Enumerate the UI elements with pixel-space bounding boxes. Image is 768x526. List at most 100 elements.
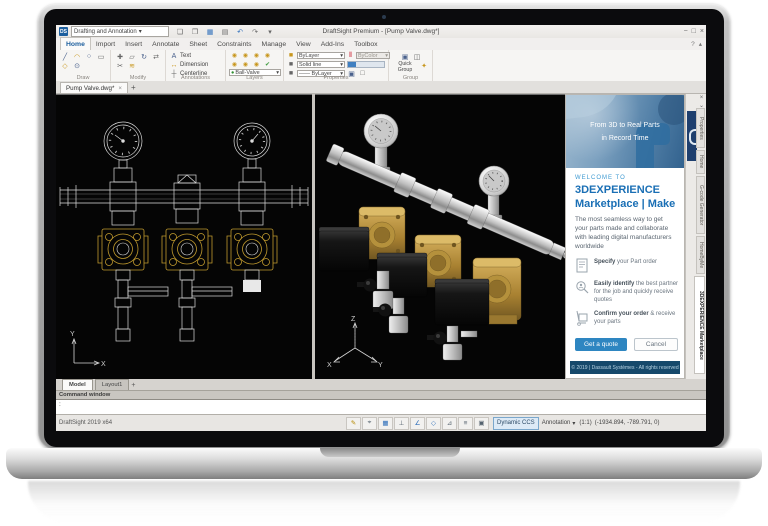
- ortho-toggle-icon[interactable]: ⊥: [394, 417, 409, 430]
- layer-unhide-icon[interactable]: ◉: [240, 60, 251, 69]
- rendered-3d-model: Z X Y: [315, 95, 565, 379]
- polygon-tool-icon[interactable]: ◇: [59, 61, 71, 70]
- quick-group-button[interactable]: Quick Group: [392, 61, 418, 73]
- ribbon-collapse-icon[interactable]: ▴: [699, 40, 702, 48]
- chevron-down-icon: ▾: [340, 62, 343, 68]
- open-file-icon[interactable]: ❒: [189, 27, 201, 36]
- save-icon[interactable]: ▦: [204, 27, 216, 36]
- layer-check-icon[interactable]: ✔: [262, 60, 273, 69]
- redo-icon[interactable]: ↷: [249, 27, 261, 36]
- sheet-tab-layout1[interactable]: Layout1: [95, 379, 130, 390]
- lineweight-toggle-icon[interactable]: ≡: [458, 417, 473, 430]
- copy-tool-icon[interactable]: ▱: [126, 52, 138, 61]
- tab-annotate[interactable]: Annotate: [147, 38, 184, 50]
- mirror-tool-icon[interactable]: ⇄: [150, 52, 162, 61]
- app-logo-icon: DS: [59, 27, 68, 36]
- ribbon-group-modify: ✚ ▱ ↻ ⇄ ✂ ≋ Modify: [111, 50, 166, 81]
- command-window-titlebar[interactable]: Command window: [56, 390, 706, 399]
- qat-dropdown-icon[interactable]: ▾: [264, 27, 276, 36]
- palette-tab-homebyme[interactable]: HomeByMe: [696, 236, 705, 274]
- axis-x-label: X: [101, 361, 106, 368]
- pointer-style-icon[interactable]: ✎: [346, 417, 361, 430]
- bycolor-value: ByColor: [358, 53, 378, 59]
- tab-import[interactable]: Import: [91, 38, 120, 50]
- maximize-button[interactable]: □: [692, 28, 696, 35]
- tab-constraints[interactable]: Constraints: [212, 38, 256, 50]
- tab-view[interactable]: View: [291, 38, 316, 50]
- group-edit-icon[interactable]: ◫: [411, 52, 423, 61]
- rectangle-tool-icon[interactable]: ▭: [95, 52, 107, 61]
- status-toggles: ✎ ⌖ ▦ ⊥ ∠ ◇ ⊿ ≡ ▣ Dynamic CCS Annotation…: [346, 417, 659, 430]
- layer-preview-icon[interactable]: ◉: [251, 60, 262, 69]
- axis-y-label: Y: [70, 331, 75, 338]
- tab-home[interactable]: Home: [60, 37, 91, 50]
- arc-tool-icon[interactable]: ◠: [71, 52, 83, 61]
- bycolor-select[interactable]: ByColor ▾: [356, 52, 390, 59]
- circle-tool-icon[interactable]: ○: [83, 52, 95, 61]
- viewport-3d[interactable]: Z X Y: [315, 94, 565, 379]
- tab-sheet[interactable]: Sheet: [184, 38, 212, 50]
- print-icon[interactable]: ▤: [219, 27, 231, 36]
- new-document-tab-button[interactable]: +: [131, 83, 136, 93]
- layer-on-icon[interactable]: ◉: [229, 51, 240, 60]
- trim-tool-icon[interactable]: ✂: [114, 61, 126, 70]
- line-tool-icon[interactable]: ╱: [59, 52, 71, 61]
- tab-addins[interactable]: Add-Ins: [316, 38, 349, 50]
- marketplace-panel: From 3D to Real Parts in Record Time WEL…: [565, 94, 685, 379]
- group-create-icon[interactable]: ▣: [399, 52, 411, 61]
- chevron-down-icon: ▾: [385, 53, 388, 59]
- command-input[interactable]: :: [56, 399, 706, 414]
- cancel-button[interactable]: Cancel: [634, 338, 678, 351]
- linestyle-icon: ■: [287, 60, 295, 69]
- ribbon-group-group: ▣ ◫ Quick Group ✦ Group: [389, 50, 433, 81]
- rotate-tool-icon[interactable]: ↻: [138, 52, 150, 61]
- workspace-select[interactable]: Drafting and Annotation ▾: [71, 26, 169, 37]
- move-tool-icon[interactable]: ✚: [114, 52, 126, 61]
- etrack-toggle-icon[interactable]: ⊿: [442, 417, 457, 430]
- chevron-down-icon: ▾: [139, 28, 142, 35]
- tab-toolbox[interactable]: Toolbox: [349, 38, 382, 50]
- viewport-2d[interactable]: Y X: [56, 94, 312, 379]
- snap-toggle-icon[interactable]: ⌖: [362, 417, 377, 430]
- point-tool-icon[interactable]: ⊙: [71, 61, 83, 70]
- grid-toggle-icon[interactable]: ▦: [378, 417, 393, 430]
- minimize-button[interactable]: −: [684, 28, 688, 35]
- layer-freeze-icon[interactable]: ◉: [240, 51, 251, 60]
- dimension-button[interactable]: ↔ Dimension: [170, 61, 208, 69]
- close-icon[interactable]: ×: [118, 85, 122, 92]
- tab-insert[interactable]: Insert: [120, 38, 147, 50]
- linestyle-value: Solid line: [299, 62, 321, 68]
- annotation-scale-select[interactable]: Annotation ▾: [542, 420, 576, 427]
- undo-icon[interactable]: ↶: [234, 27, 246, 36]
- add-sheet-button[interactable]: +: [131, 382, 135, 390]
- print-style-toggle-icon[interactable]: ▣: [474, 417, 489, 430]
- polar-toggle-icon[interactable]: ∠: [410, 417, 425, 430]
- linecolor-select[interactable]: ByLayer ▾: [297, 52, 345, 59]
- axis-x-label: X: [327, 362, 332, 369]
- layer-lock-icon[interactable]: ◉: [251, 51, 262, 60]
- panel-close-icon[interactable]: ×: [700, 95, 704, 101]
- esnap-toggle-icon[interactable]: ◇: [426, 417, 441, 430]
- text-button[interactable]: A Text: [170, 52, 208, 60]
- help-icon[interactable]: ?: [691, 41, 695, 48]
- close-button[interactable]: ×: [700, 28, 704, 35]
- palette-tab-properties[interactable]: Properties: [696, 108, 705, 148]
- tab-manage[interactable]: Manage: [257, 38, 292, 50]
- transparency-slider[interactable]: [347, 61, 385, 68]
- palette-tab-gcode-generator[interactable]: G-code Generator: [696, 176, 705, 234]
- palette-tab-home[interactable]: Home: [696, 150, 705, 174]
- linestyle-select[interactable]: Solid line ▾: [297, 61, 345, 68]
- layer-hide-icon[interactable]: ◉: [229, 60, 240, 69]
- ribbon-group-annotations: A Text ↔ Dimension ┼ Centerline Annotati…: [166, 50, 226, 81]
- palette-tab-3dexperience-marketplace[interactable]: 3DEXPERIENCE Marketplace: [694, 276, 705, 374]
- group-explode-icon[interactable]: ✦: [418, 61, 430, 70]
- sheet-tab-model[interactable]: Model: [62, 379, 93, 390]
- dynamic-ccs-button[interactable]: Dynamic CCS: [493, 417, 539, 430]
- pattern-tool-icon[interactable]: ≋: [126, 61, 138, 70]
- new-file-icon[interactable]: ❏: [174, 27, 186, 36]
- app-version-label: DraftSight 2019 x64: [59, 420, 112, 426]
- scale-readout: (1:1): [579, 420, 591, 426]
- document-tab[interactable]: Pump Valve.dwg* ×: [60, 82, 128, 93]
- layer-isolate-icon[interactable]: ◉: [262, 51, 273, 60]
- get-a-quote-button[interactable]: Get a quote: [575, 338, 627, 351]
